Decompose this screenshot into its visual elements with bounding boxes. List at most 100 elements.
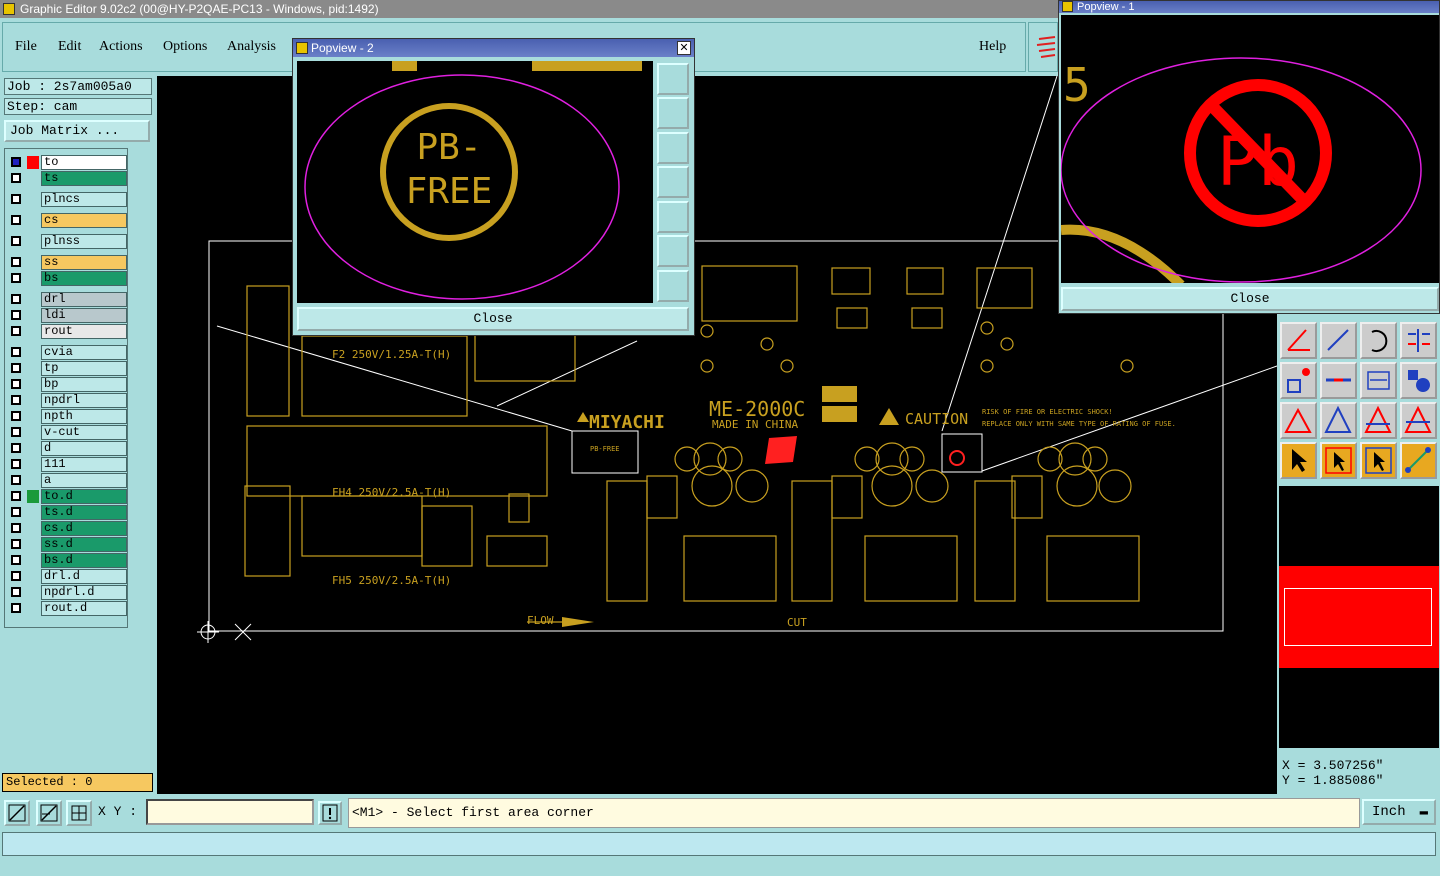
distance-icon[interactable] (1360, 362, 1397, 399)
layer-row-cs.d[interactable]: cs.d (7, 521, 127, 536)
layer-row-tp[interactable]: tp (7, 361, 127, 376)
layer-checkbox[interactable] (11, 475, 21, 485)
pan-down-icon[interactable] (657, 132, 689, 164)
zoom-fit-icon[interactable] (657, 63, 689, 95)
layer-checkbox[interactable] (11, 587, 21, 597)
menu-options[interactable]: Options (163, 39, 207, 55)
layer-checkbox[interactable] (11, 443, 21, 453)
draw-line-icon[interactable] (1320, 322, 1357, 359)
layer-row-bs[interactable]: bs (7, 271, 127, 286)
text-a-cross-icon[interactable] (1400, 402, 1437, 439)
midpoint-icon[interactable] (1320, 362, 1357, 399)
overview-map[interactable] (1279, 486, 1439, 748)
layer-row-ts.d[interactable]: ts.d (7, 505, 127, 520)
job-matrix-button[interactable]: Job Matrix ... (4, 120, 150, 142)
menu-file[interactable]: File (15, 39, 37, 55)
layer-row-ss.d[interactable]: ss.d (7, 537, 127, 552)
layer-checkbox[interactable] (11, 294, 21, 304)
layer-row-d[interactable]: d (7, 441, 127, 456)
layer-checkbox[interactable] (11, 215, 21, 225)
layer-checkbox[interactable] (11, 459, 21, 469)
layer-checkbox[interactable] (11, 539, 21, 549)
menu-graphic-icon[interactable] (1028, 22, 1058, 72)
popview-2-close-x-icon[interactable]: ✕ (677, 41, 691, 55)
layer-row-cvia[interactable]: cvia (7, 345, 127, 360)
zoom-out-icon[interactable] (657, 270, 689, 302)
pads-icon[interactable] (1400, 362, 1437, 399)
select-pointer-icon[interactable] (1280, 442, 1317, 479)
layer-row-111[interactable]: 111 (7, 457, 127, 472)
flip-icon[interactable] (1400, 322, 1437, 359)
zoom-extent-icon[interactable] (4, 800, 30, 826)
layer-row-rout.d[interactable]: rout.d (7, 601, 127, 616)
layer-checkbox[interactable] (11, 257, 21, 267)
layer-checkbox[interactable] (11, 491, 21, 501)
triangle-blue-icon[interactable] (1320, 402, 1357, 439)
layer-row-npth[interactable]: npth (7, 409, 127, 424)
popview-2-close-button[interactable]: Close (297, 307, 689, 331)
zoom-in-icon[interactable] (657, 235, 689, 267)
layer-row-bp[interactable]: bp (7, 377, 127, 392)
layer-checkbox[interactable] (11, 555, 21, 565)
layer-row-plnss[interactable]: plnss (7, 234, 127, 249)
layer-row-a[interactable]: a (7, 473, 127, 488)
triangle-red-icon[interactable] (1280, 402, 1317, 439)
layer-row-ss[interactable]: ss (7, 255, 127, 270)
menu-actions[interactable]: Actions (99, 39, 143, 55)
layer-checkbox[interactable] (11, 173, 21, 183)
alert-icon[interactable] (318, 801, 342, 825)
layer-checkbox[interactable] (11, 363, 21, 373)
popview-1-close-button[interactable]: Close (1061, 287, 1439, 311)
layer-row-to.d[interactable]: to.d (7, 489, 127, 504)
layer-row-to[interactable]: to (7, 155, 127, 170)
select-window-icon[interactable] (1360, 442, 1397, 479)
layer-checkbox[interactable] (11, 347, 21, 357)
layer-checkbox[interactable] (11, 157, 21, 167)
layer-row-ldi[interactable]: ldi (7, 308, 127, 323)
arc-icon[interactable] (1360, 322, 1397, 359)
popview-1-canvas[interactable]: 5 Pb (1060, 15, 1439, 289)
menu-analysis[interactable]: Analysis (227, 39, 276, 55)
layer-row-plncs[interactable]: plncs (7, 192, 127, 207)
snap-point-icon[interactable] (1280, 362, 1317, 399)
layer-row-drl[interactable]: drl (7, 292, 127, 307)
layer-row-rout[interactable]: rout (7, 324, 127, 339)
units-select[interactable]: Inch ▬ (1362, 799, 1436, 825)
layer-checkbox[interactable] (11, 507, 21, 517)
xy-input[interactable] (146, 799, 314, 825)
menu-edit[interactable]: Edit (58, 39, 81, 55)
pan-left-icon[interactable] (657, 166, 689, 198)
overview-viewport[interactable] (1284, 588, 1432, 646)
layer-row-ts[interactable]: ts (7, 171, 127, 186)
layer-row-bs.d[interactable]: bs.d (7, 553, 127, 568)
menu-help[interactable]: Help (979, 39, 1006, 55)
layer-checkbox[interactable] (11, 273, 21, 283)
layer-row-npdrl[interactable]: npdrl (7, 393, 127, 408)
layer-checkbox[interactable] (11, 571, 21, 581)
layer-row-cs[interactable]: cs (7, 213, 127, 228)
measure-angle-icon[interactable] (1280, 322, 1317, 359)
grid-icon[interactable] (66, 800, 92, 826)
layer-checkbox[interactable] (11, 310, 21, 320)
text-a-icon[interactable] (1360, 402, 1397, 439)
layer-row-drl.d[interactable]: drl.d (7, 569, 127, 584)
layer-checkbox[interactable] (11, 326, 21, 336)
layer-checkbox[interactable] (11, 395, 21, 405)
layer-checkbox[interactable] (11, 379, 21, 389)
layer-checkbox[interactable] (11, 194, 21, 204)
layer-checkbox[interactable] (11, 603, 21, 613)
layer-row-v-cut[interactable]: v-cut (7, 425, 127, 440)
layer-row-npdrl.d[interactable]: npdrl.d (7, 585, 127, 600)
select-box-icon[interactable] (1320, 442, 1357, 479)
select-net-icon[interactable] (1400, 442, 1437, 479)
popview-2-canvas[interactable]: PB- FREE (297, 61, 653, 303)
popview-2-titlebar[interactable]: Popview - 2 ✕ (293, 39, 694, 57)
layer-checkbox[interactable] (11, 427, 21, 437)
layer-checkbox[interactable] (11, 236, 21, 246)
popview-1-titlebar[interactable]: Popview - 1 (1059, 1, 1439, 13)
pan-right-icon[interactable] (657, 201, 689, 233)
zoom-area-icon[interactable] (36, 800, 62, 826)
layer-checkbox[interactable] (11, 411, 21, 421)
pan-up-icon[interactable] (657, 97, 689, 129)
layer-checkbox[interactable] (11, 523, 21, 533)
